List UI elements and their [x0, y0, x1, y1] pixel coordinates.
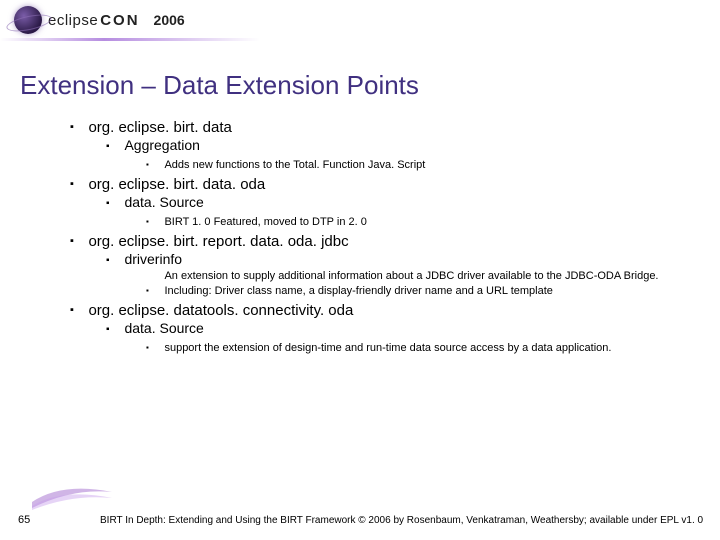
page-number: 65	[18, 514, 30, 526]
list-item: data. Source support the extension of de…	[106, 320, 720, 356]
slide-header: eclipse CON 2006	[0, 0, 720, 50]
list-item: An extension to supply additional inform…	[146, 269, 720, 299]
bullet-list: org. eclipse. birt. data Aggregation Add…	[70, 119, 720, 356]
bullet-label: driverinfo	[124, 251, 182, 267]
list-item: data. Source BIRT 1. 0 Featured, moved t…	[106, 194, 720, 230]
bullet-label: data. Source	[124, 194, 203, 210]
list-item: Adds new functions to the Total. Functio…	[146, 155, 720, 173]
logo-block: eclipse CON 2006	[14, 6, 185, 34]
list-item: driverinfo An extension to supply additi…	[106, 251, 720, 299]
bullet-label: Adds new functions to the Total. Functio…	[164, 158, 425, 173]
logo-brand2: CON	[100, 12, 139, 29]
list-item: org. eclipse. birt. data Aggregation Add…	[70, 119, 720, 173]
bullet-label: org. eclipse. birt. data	[88, 119, 231, 136]
bullet-label: Aggregation	[124, 137, 200, 153]
list-item: org. eclipse. datatools. connectivity. o…	[70, 302, 720, 356]
logo-brand1: eclipse	[48, 12, 98, 29]
list-item: Aggregation Adds new functions to the To…	[106, 137, 720, 173]
bullet-label: An extension to supply additional inform…	[164, 269, 684, 299]
list-item: support the extension of design-time and…	[146, 338, 720, 356]
list-item: BIRT 1. 0 Featured, moved to DTP in 2. 0	[146, 212, 720, 230]
bullet-label: data. Source	[124, 320, 203, 336]
bullet-label: org. eclipse. birt. report. data. oda. j…	[88, 233, 348, 250]
logo-year: 2006	[154, 12, 185, 28]
bullet-label: support the extension of design-time and…	[164, 341, 611, 356]
slide-title: Extension – Data Extension Points	[20, 70, 720, 101]
bullet-label: BIRT 1. 0 Featured, moved to DTP in 2. 0	[164, 215, 366, 230]
bullet-label: org. eclipse. birt. data. oda	[88, 176, 265, 193]
bullet-label: org. eclipse. datatools. connectivity. o…	[88, 302, 353, 319]
footer-swoosh-icon	[32, 480, 112, 510]
eclipse-orb-icon	[14, 6, 42, 34]
list-item: org. eclipse. birt. data. oda data. Sour…	[70, 176, 720, 230]
header-underline-swoosh	[0, 38, 260, 41]
copyright-text: BIRT In Depth: Extending and Using the B…	[100, 515, 703, 526]
list-item: org. eclipse. birt. report. data. oda. j…	[70, 233, 720, 299]
